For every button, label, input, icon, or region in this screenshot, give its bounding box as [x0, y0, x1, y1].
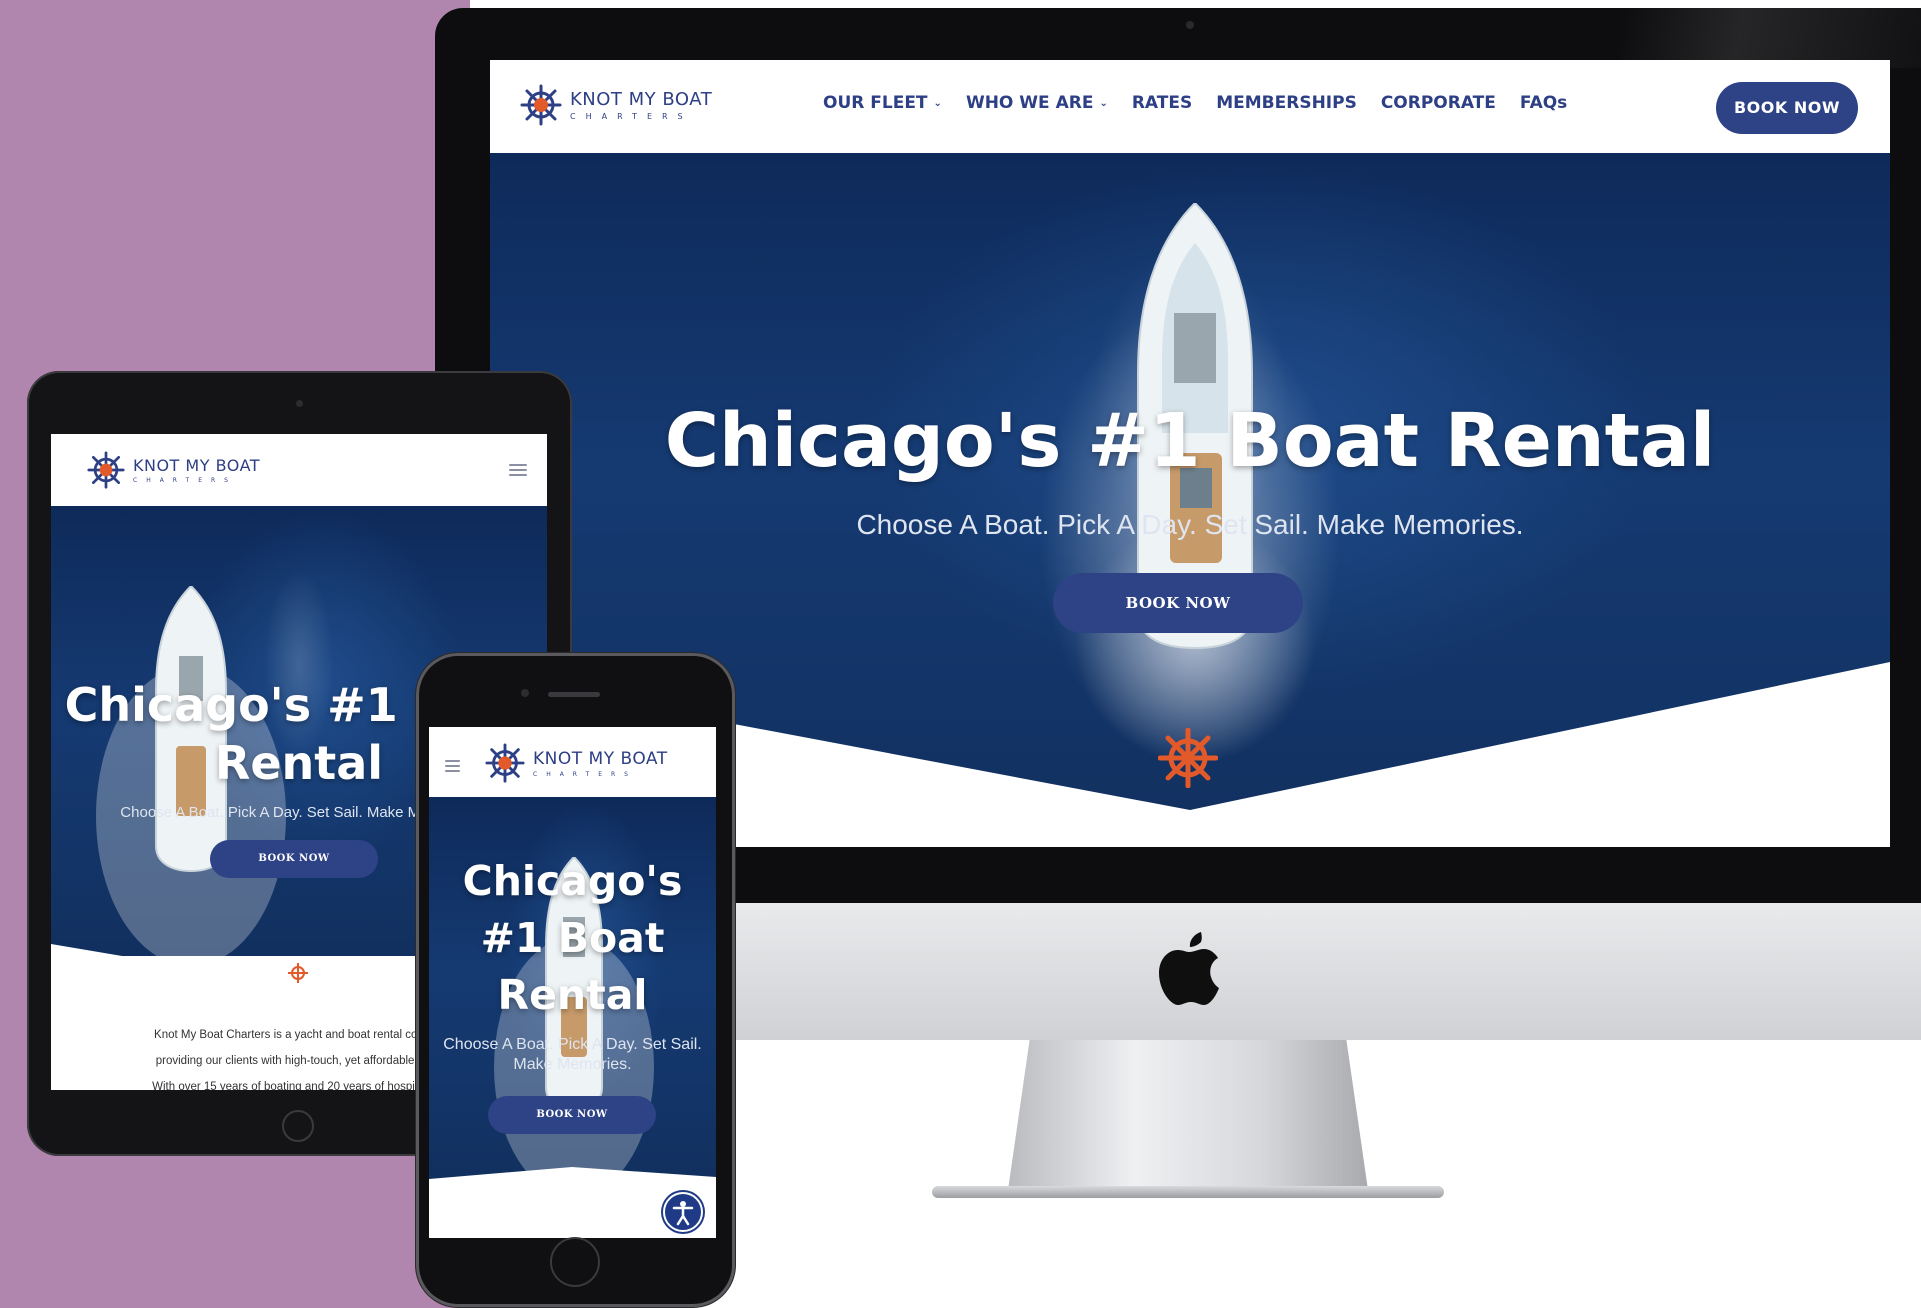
nav-faqs[interactable]: FAQs — [1520, 93, 1567, 113]
nav-rates[interactable]: RATES — [1132, 93, 1192, 113]
brand-name: KNOT MY BOAT — [133, 456, 261, 475]
ipad-camera — [296, 400, 303, 407]
chevron-down-icon: ⌄ — [933, 97, 942, 109]
brand-logo[interactable]: KNOT MY BOAT CHARTERS — [87, 451, 260, 489]
nav-label: OUR FLEET — [823, 93, 928, 113]
main-menu: OUR FLEET ⌄ WHO WE ARE ⌄ RATES MEMBERSHIPS… — [823, 93, 1567, 113]
ship-wheel-icon — [1158, 728, 1218, 788]
phone-navbar: KNOT MY BOAT CHARTERS — [429, 727, 716, 797]
brand-subtitle: CHARTERS — [533, 770, 637, 778]
phone-website: Chicago's #1 Boat Rental Choose A Boat. … — [429, 727, 716, 1238]
ipad-home-button — [282, 1110, 314, 1142]
imac-stand-foot — [932, 1186, 1444, 1198]
brand-subtitle: CHARTERS — [570, 112, 693, 121]
accessibility-figure-icon — [672, 1201, 694, 1226]
nav-book-now-button[interactable]: BOOK NOW — [1716, 82, 1858, 134]
brand-logo[interactable]: KNOT MY BOAT CHARTERS — [485, 743, 668, 783]
iphone-speaker — [548, 692, 600, 697]
brand-name: KNOT MY BOAT — [533, 748, 668, 769]
ship-wheel-icon — [87, 451, 125, 489]
nav-our-fleet[interactable]: OUR FLEET ⌄ — [823, 93, 942, 113]
brand-logo[interactable]: KNOT MY BOAT CHARTERS — [520, 84, 712, 126]
brand-name: KNOT MY BOAT — [570, 89, 713, 110]
iphone-home-button — [550, 1237, 600, 1287]
nav-label: MEMBERSHIPS — [1216, 93, 1357, 113]
iphone-camera — [521, 689, 529, 697]
imac-stand — [1008, 1040, 1368, 1190]
nav-corporate[interactable]: CORPORATE — [1381, 93, 1496, 113]
brand-subtitle: CHARTERS — [133, 477, 237, 484]
ship-wheel-icon — [520, 84, 562, 126]
ship-wheel-icon — [485, 743, 525, 783]
chevron-down-icon: ⌄ — [1099, 97, 1108, 109]
nav-label: RATES — [1131, 93, 1193, 113]
imac-camera — [1186, 21, 1194, 29]
nav-label: FAQs — [1519, 93, 1568, 113]
hamburger-icon[interactable] — [445, 760, 460, 775]
nav-who-we-are[interactable]: WHO WE ARE ⌄ — [966, 93, 1108, 113]
nav-memberships[interactable]: MEMBERSHIPS — [1216, 93, 1357, 113]
tablet-navbar: KNOT MY BOAT CHARTERS — [51, 434, 547, 506]
desktop-navbar: KNOT MY BOAT CHARTERS OUR FLEET ⌄ WHO WE … — [490, 60, 1890, 153]
hero-bottom-divider — [429, 1167, 716, 1238]
apple-logo-icon — [1159, 932, 1219, 1005]
hamburger-icon[interactable] — [509, 464, 527, 479]
imac-glare — [1620, 8, 1921, 68]
nav-label: CORPORATE — [1380, 93, 1496, 113]
ship-wheel-icon — [288, 963, 308, 983]
accessibility-icon[interactable] — [663, 1192, 703, 1232]
nav-label: WHO WE ARE — [965, 93, 1094, 113]
